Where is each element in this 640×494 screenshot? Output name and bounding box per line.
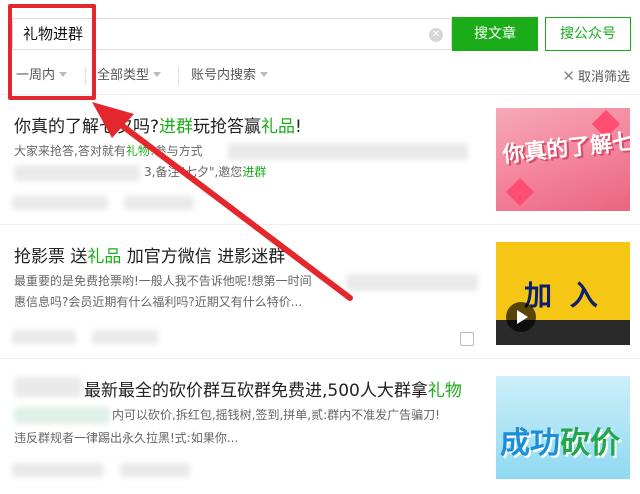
divider <box>0 358 640 359</box>
result-title[interactable]: 抢影票 送礼品 加官方微信 进影迷群 <box>14 242 285 267</box>
blurred-text <box>14 407 110 424</box>
title-text: ! <box>295 117 302 137</box>
title-text: 玩抢答赢 <box>193 117 262 137</box>
title-text: 最新最全的砍价群互砍群免费进,500人大群拿 <box>84 381 428 401</box>
search-accounts-button[interactable]: 搜公众号 <box>545 17 631 51</box>
filter-type-label: 全部类型 <box>97 68 150 83</box>
snippet-text: 大家来抢答,答对就有 <box>14 144 126 158</box>
title-highlight: 礼物 <box>427 381 462 401</box>
title-text: 加官方微信 进影迷群 <box>121 247 286 267</box>
blurred-account <box>12 330 76 344</box>
title-highlight: 礼品 <box>261 117 296 137</box>
snippet-text: 3,备注"七夕",邀您 <box>144 165 243 179</box>
result-snippet: 违反群规者一律踢出永久拉黑!式:如果你... <box>14 431 239 445</box>
blurred-date <box>92 330 158 344</box>
result-thumbnail[interactable]: 加 入 <box>496 242 630 345</box>
title-text: 你真的了解七夕吗? <box>14 117 160 137</box>
snippet-highlight: 进群 <box>242 165 267 179</box>
share-icon[interactable] <box>460 332 474 346</box>
thumbnail-text-b: 砍价 <box>560 426 620 461</box>
filter-scope[interactable]: 账号内搜索 <box>191 66 269 86</box>
heart-icon <box>505 177 535 207</box>
result-snippet: 惠信息吗?会员近期有什么福利吗?近期又有什么特价... <box>14 295 303 309</box>
search-articles-button[interactable]: 搜文章 <box>452 17 538 51</box>
blurred-text <box>14 165 140 181</box>
snippet-text: !参与方式 <box>149 144 203 158</box>
chevron-down-icon <box>153 72 162 77</box>
blurred-account <box>12 463 104 477</box>
title-highlight: 进群 <box>159 117 194 137</box>
blurred-text <box>228 143 468 160</box>
result-thumbnail[interactable]: 你真的了解七夕吗 <box>496 108 630 211</box>
close-icon: ✕ <box>562 67 575 85</box>
blurred-date <box>124 196 194 210</box>
title-highlight: 礼品 <box>87 247 122 267</box>
filter-type[interactable]: 全部类型 <box>97 66 162 86</box>
filter-scope-label: 账号内搜索 <box>191 68 257 83</box>
clear-icon[interactable]: ✕ <box>429 28 443 42</box>
result-thumbnail[interactable]: 成功砍价 <box>496 376 630 479</box>
divider <box>0 94 640 95</box>
cancel-filter-button[interactable]: ✕ 取消筛选 <box>562 66 630 88</box>
result-snippet: 内可以砍价,拆红包,摇钱树,签到,拼单,贰:群内不准发广告骗刀! <box>112 408 440 422</box>
thumbnail-text: 加 入 <box>524 279 602 312</box>
thumbnail-text: 你真的了解七夕吗 <box>501 124 630 169</box>
blurred-account <box>12 196 108 210</box>
divider <box>0 224 640 225</box>
snippet-highlight: 礼物 <box>125 144 150 158</box>
play-icon[interactable] <box>506 302 536 332</box>
cancel-filter-label: 取消筛选 <box>577 70 630 85</box>
result-title[interactable]: 最新最全的砍价群互砍群免费进,500人大群拿礼物 <box>84 376 462 401</box>
blurred-title <box>14 377 82 397</box>
thumbnail-text-a: 成功 <box>500 426 560 461</box>
blurred-date <box>120 463 190 477</box>
blurred-text <box>346 274 478 291</box>
highlight-box <box>8 4 96 100</box>
result-title[interactable]: 你真的了解七夕吗?进群玩抢答赢礼品! <box>14 112 302 137</box>
filter-divider <box>178 68 179 84</box>
thumbnail-text: 成功砍价 <box>500 418 620 462</box>
title-text: 抢影票 送 <box>14 247 88 267</box>
chevron-down-icon <box>260 72 269 77</box>
